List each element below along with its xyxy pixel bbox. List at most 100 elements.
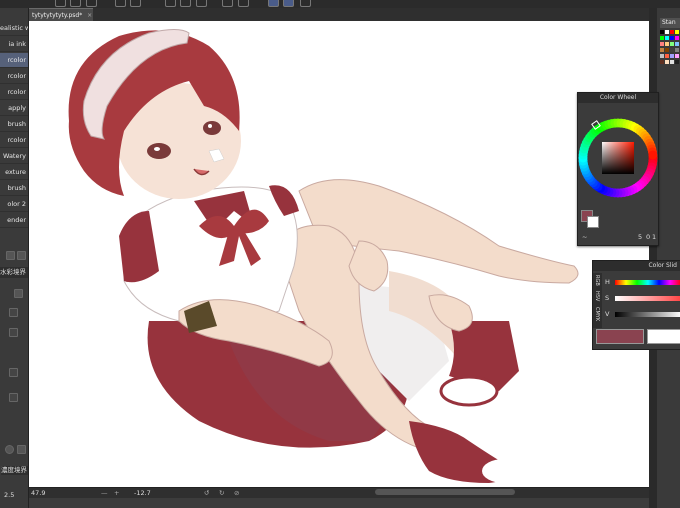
ruler-icon[interactable] bbox=[238, 0, 249, 7]
palette-swatch[interactable] bbox=[665, 42, 669, 46]
fill-icon[interactable] bbox=[222, 0, 233, 7]
hue-label: H bbox=[605, 278, 610, 286]
brush-icon[interactable] bbox=[180, 0, 191, 7]
tab-hsv[interactable]: HSV bbox=[594, 291, 600, 301]
sub-tool-item[interactable]: olor 2 bbox=[0, 197, 28, 212]
tab-rgb[interactable]: RGB bbox=[594, 275, 600, 286]
sub-tool-item[interactable]: rcolor bbox=[0, 133, 28, 148]
palette-swatch[interactable] bbox=[670, 54, 674, 58]
palette-swatch[interactable] bbox=[660, 42, 664, 46]
palette-swatch[interactable] bbox=[670, 30, 674, 34]
undo-icon[interactable] bbox=[115, 0, 126, 7]
snap2-icon[interactable] bbox=[283, 0, 294, 7]
sub-tool-item[interactable]: rcolor bbox=[0, 69, 28, 84]
palette-swatch[interactable] bbox=[665, 54, 669, 58]
palette-swatch[interactable] bbox=[670, 42, 674, 46]
sub-tool-item[interactable]: brush bbox=[0, 117, 28, 132]
density-label: 濃度境界 bbox=[1, 466, 28, 475]
value-label: V bbox=[605, 310, 610, 318]
sub-tool-panel: ealistic w ia ink rcolor rcolor rcolor a… bbox=[0, 8, 29, 508]
sub-tool-item[interactable]: exture bbox=[0, 165, 28, 180]
snap-icon[interactable] bbox=[268, 0, 279, 7]
palette-swatch[interactable] bbox=[670, 36, 674, 40]
delete-subtool-icon[interactable] bbox=[17, 251, 26, 260]
sub-tool-item[interactable]: rcolor bbox=[0, 85, 28, 100]
color-wheel-title: Color Wheel bbox=[578, 93, 658, 103]
palette-swatch[interactable] bbox=[675, 48, 679, 52]
document-tab[interactable]: tytytytytyty.psd* × bbox=[29, 8, 93, 21]
palette-swatch[interactable] bbox=[670, 60, 674, 64]
zoom-plus-icon[interactable]: + bbox=[114, 489, 119, 497]
color-value-b: 0 bbox=[646, 233, 651, 241]
zoom-minus-icon[interactable]: — bbox=[101, 489, 108, 497]
palette-swatch[interactable] bbox=[665, 48, 669, 52]
saturation-slider[interactable] bbox=[615, 296, 680, 301]
palette-swatch[interactable] bbox=[665, 36, 669, 40]
color-set-palette[interactable] bbox=[660, 30, 680, 90]
dock-divider[interactable] bbox=[649, 8, 657, 508]
hue-slider[interactable] bbox=[615, 280, 680, 285]
document-tab-bar bbox=[29, 8, 649, 21]
palette-swatch[interactable] bbox=[675, 30, 679, 34]
brush-size-value[interactable]: 2.5 bbox=[4, 491, 14, 499]
angle-value[interactable]: -12.7 bbox=[134, 489, 151, 497]
save-icon[interactable] bbox=[86, 0, 97, 7]
palette-swatch[interactable] bbox=[675, 60, 679, 64]
mode-tabs: RGB HSV CMYK bbox=[593, 273, 602, 328]
palette-swatch[interactable] bbox=[660, 48, 664, 52]
close-icon[interactable]: × bbox=[87, 12, 92, 19]
color-slider-title: Color Slid bbox=[593, 261, 680, 271]
sub-color-swatch[interactable] bbox=[587, 216, 599, 228]
color-value-c: 1 bbox=[652, 233, 657, 241]
open-icon[interactable] bbox=[70, 0, 81, 7]
palette-swatch[interactable] bbox=[675, 42, 679, 46]
illustration bbox=[68, 29, 579, 483]
palette-swatch[interactable] bbox=[675, 36, 679, 40]
rotate-left-icon[interactable]: ↺ bbox=[204, 489, 209, 497]
special-ruler-icon[interactable] bbox=[300, 0, 311, 7]
palette-swatch[interactable] bbox=[665, 30, 669, 34]
reset-rotation-icon[interactable]: ⊘ bbox=[234, 489, 239, 497]
palette-swatch[interactable] bbox=[660, 60, 664, 64]
palette-swatch[interactable] bbox=[660, 36, 664, 40]
sub-tool-item[interactable]: apply bbox=[0, 101, 28, 116]
sub-tool-item[interactable]: brush bbox=[0, 181, 28, 196]
canvas[interactable] bbox=[29, 21, 649, 487]
tool-property-header: 水彩境界 bbox=[0, 267, 28, 278]
sub-tool-item[interactable]: ealistic w bbox=[0, 21, 28, 36]
horizontal-scrollbar[interactable] bbox=[375, 489, 515, 495]
color-slider-panel: Color Slid RGB HSV CMYK H S V bbox=[592, 260, 680, 350]
transform-icon[interactable] bbox=[165, 0, 176, 7]
sub-color-bar[interactable] bbox=[647, 329, 680, 344]
sub-tool-item[interactable]: ia ink bbox=[0, 37, 28, 52]
stepper-icon[interactable] bbox=[9, 368, 18, 377]
main-color-bar[interactable] bbox=[596, 329, 644, 344]
palette-swatch[interactable] bbox=[660, 30, 664, 34]
new-icon[interactable] bbox=[55, 0, 66, 7]
wrench-icon[interactable] bbox=[17, 445, 26, 454]
lasso-icon[interactable] bbox=[196, 0, 207, 7]
stepper-icon[interactable] bbox=[9, 328, 18, 337]
settings-icon[interactable] bbox=[5, 445, 14, 454]
stepper-icon[interactable] bbox=[9, 393, 18, 402]
sub-tool-item-selected[interactable]: rcolor bbox=[0, 53, 28, 68]
swap-icon[interactable]: ~ bbox=[582, 233, 587, 241]
sub-tool-item[interactable]: Watery bbox=[0, 149, 28, 164]
redo-icon[interactable] bbox=[130, 0, 141, 7]
color-set-tab[interactable]: Stan bbox=[660, 18, 680, 28]
color-wheel-panel: Color Wheel ~ 5 0 1 bbox=[577, 92, 659, 246]
palette-swatch[interactable] bbox=[670, 48, 674, 52]
copy-subtool-icon[interactable] bbox=[6, 251, 15, 260]
rotate-right-icon[interactable]: ↻ bbox=[219, 489, 224, 497]
palette-swatch[interactable] bbox=[675, 54, 679, 58]
saturation-label: S bbox=[605, 294, 610, 302]
tab-cmyk[interactable]: CMYK bbox=[594, 307, 600, 321]
sub-tool-item[interactable]: ender bbox=[0, 213, 28, 228]
stepper-up-icon[interactable] bbox=[9, 308, 18, 317]
palette-swatch[interactable] bbox=[665, 60, 669, 64]
palette-swatch[interactable] bbox=[660, 54, 664, 58]
lock-icon[interactable] bbox=[14, 289, 23, 298]
zoom-value[interactable]: 47.9 bbox=[31, 489, 45, 497]
color-value-a: 5 bbox=[638, 233, 643, 241]
value-slider[interactable] bbox=[615, 312, 680, 317]
